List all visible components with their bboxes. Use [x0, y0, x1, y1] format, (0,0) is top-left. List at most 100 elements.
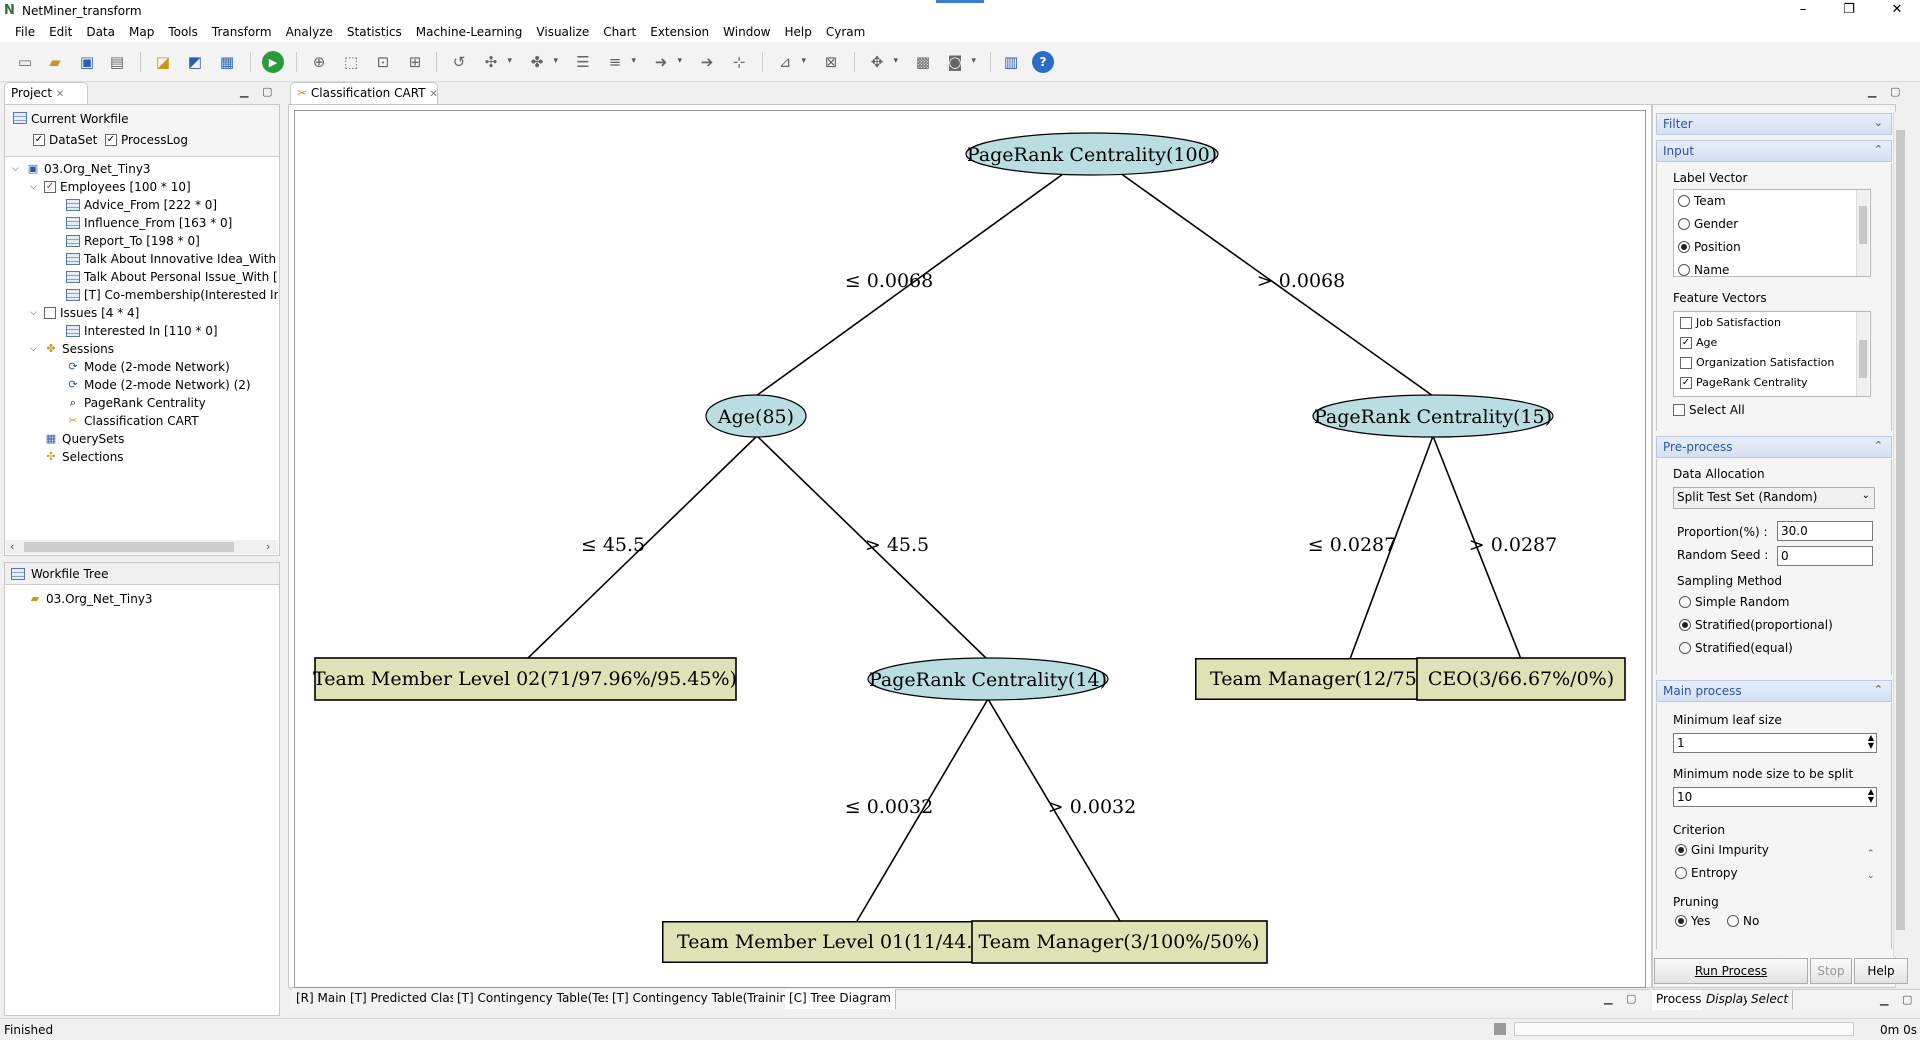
expand-select-icon[interactable]: ⊡ — [372, 51, 394, 73]
criterion-gini[interactable]: Gini Impurity — [1675, 843, 1769, 857]
tree-item-issues[interactable]: ⌵ Issues [4 * 4] — [30, 304, 139, 322]
tree-item-interested-in[interactable]: Interested In [110 * 0] — [66, 322, 218, 340]
dataset-checkbox[interactable]: ✓ DataSet — [33, 133, 97, 147]
tree-item-mode-1[interactable]: ⟳ Mode (2-mode Network) — [66, 358, 229, 376]
scroll-thumb[interactable] — [1896, 130, 1905, 930]
tree-item-co-membership[interactable]: [T] Co-membership(Interested In) [1 — [66, 286, 278, 304]
tree-item-report-to[interactable]: Report_To [198 * 0] — [66, 232, 200, 250]
crop-icon[interactable]: ⊹ — [728, 51, 750, 73]
tree-item-root[interactable]: ⌵ ▣ 03.Org_Net_Tiny3 — [12, 160, 151, 178]
help-icon[interactable]: ? — [1032, 51, 1054, 73]
fit-select-icon[interactable]: ⊞ — [404, 51, 426, 73]
minimize-tabs-icon[interactable]: ▁ — [1604, 992, 1612, 1005]
random-seed-input[interactable]: 0 — [1777, 546, 1873, 566]
tree-item-pagerank[interactable]: ⌕ PageRank Centrality — [66, 394, 206, 412]
tree-diagram-canvas[interactable]: ≤ 0.0068 > 0.0068 ≤ 45.5 > 45.5 ≤ 0.0287… — [294, 110, 1646, 988]
menu-machine-learning[interactable]: Machine-Learning — [409, 22, 530, 42]
tree-item-talk-innovative[interactable]: Talk About Innovative Idea_With [22 — [66, 250, 278, 268]
tree-item-influence-from[interactable]: Influence_From [163 * 0] — [66, 214, 232, 232]
filter-header[interactable]: Filter ⌄ — [1656, 113, 1892, 135]
help-button[interactable]: Help — [1854, 958, 1908, 984]
project-tab[interactable]: Project ✕ — [4, 82, 88, 104]
tab-select[interactable]: Select — [1747, 990, 1794, 1010]
proportion-input[interactable]: 30.0 — [1777, 521, 1873, 541]
minimize-panel-icon[interactable]: ▁ — [240, 85, 248, 98]
run-icon[interactable]: ▶ — [262, 51, 284, 73]
tab-contingency-training[interactable]: [T] Contingency Table(Training) — [608, 989, 805, 1009]
right-panel-scrollbar[interactable] — [1893, 112, 1906, 957]
arrow-right-icon[interactable]: ➜ — [650, 51, 682, 73]
tree-item-talk-personal[interactable]: Talk About Personal Issue_With [25 — [66, 268, 278, 286]
align-v-icon[interactable]: ≡ — [604, 51, 636, 73]
tree-item-mode-2[interactable]: ⟳ Mode (2-mode Network) (2) — [66, 376, 250, 394]
scroll-left-icon[interactable]: ‹ — [10, 540, 14, 553]
spinner-arrows-icon[interactable]: ▲ ▼ — [1868, 734, 1874, 750]
menu-map[interactable]: Map — [122, 22, 161, 42]
tab-classification-cart[interactable]: ✂ Classification CART ✕ — [290, 82, 438, 104]
label-option-team[interactable]: Team — [1678, 194, 1726, 208]
feature-option-pagerank[interactable]: ✓ PageRank Centrality — [1680, 376, 1808, 389]
close-icon[interactable]: ✕ — [429, 89, 437, 100]
table-export-icon[interactable]: ▦ — [216, 51, 238, 73]
tree-item-sessions[interactable]: ⌵ ✤ Sessions — [30, 340, 114, 358]
maximize-tabs-icon[interactable]: ▢ — [1626, 992, 1636, 1005]
input-header[interactable]: Input ⌃ — [1656, 140, 1892, 162]
maximize-panel-icon[interactable]: ▢ — [262, 85, 272, 98]
tab-predicted-class[interactable]: [T] Predicted Class — [346, 989, 468, 1009]
menu-analyze[interactable]: Analyze — [279, 22, 340, 42]
tree-item-selections[interactable]: ✣ Selections — [44, 448, 123, 466]
min-leaf-spinner[interactable]: 1 ▲ ▼ — [1673, 733, 1877, 753]
minimize-editor-icon[interactable]: ▁ — [1868, 85, 1876, 98]
sampling-stratified-equal[interactable]: Stratified(equal) — [1679, 641, 1793, 655]
min-node-spinner[interactable]: 10 ▲ ▼ — [1673, 787, 1877, 807]
label-option-name[interactable]: Name — [1678, 263, 1729, 277]
maximize-editor-icon[interactable]: ▢ — [1890, 85, 1900, 98]
minimize-button[interactable]: – — [1788, 2, 1818, 17]
node-select-icon[interactable]: ⊕ — [308, 51, 330, 73]
menu-tools[interactable]: Tools — [161, 22, 205, 42]
align-h-icon[interactable]: ☰ — [572, 51, 594, 73]
label-list-scrollbar[interactable] — [1856, 190, 1869, 276]
layout-icon[interactable]: ✣ — [480, 51, 512, 73]
feature-list-scrollbar[interactable] — [1856, 312, 1869, 396]
pruning-no[interactable]: No — [1727, 914, 1759, 928]
tab-process[interactable]: Process — [1652, 990, 1707, 1010]
camera-icon[interactable]: ◙ — [944, 51, 976, 73]
menu-edit[interactable]: Edit — [42, 22, 79, 42]
zoom-region-icon[interactable]: ⊠ — [820, 51, 842, 73]
import-icon[interactable]: ◪ — [152, 51, 174, 73]
feature-option-job-satisfaction[interactable]: Job Satisfaction — [1680, 316, 1781, 329]
window-layout-icon[interactable]: ▥ — [1000, 51, 1022, 73]
menu-transform[interactable]: Transform — [205, 22, 279, 42]
stop-button[interactable]: Stop — [1810, 958, 1852, 984]
new-file-icon[interactable]: ▭ — [14, 51, 36, 73]
forward-icon[interactable]: ➔ — [696, 51, 718, 73]
data-allocation-select[interactable]: Split Test Set (Random) ⌄ — [1673, 487, 1875, 509]
image-export-icon[interactable]: ▩ — [912, 51, 934, 73]
feature-option-age[interactable]: ✓ Age — [1680, 336, 1717, 349]
print-icon[interactable]: ▤ — [106, 51, 128, 73]
label-option-position[interactable]: Position — [1678, 240, 1741, 254]
scroll-right-icon[interactable]: › — [266, 540, 270, 553]
transform-icon[interactable]: ✥ — [866, 51, 898, 73]
export-icon[interactable]: ◩ — [184, 51, 206, 73]
tree-item-employees[interactable]: ⌵ ✓ Employees [100 * 10] — [30, 178, 191, 196]
main-process-header[interactable]: Main process ⌃ — [1656, 680, 1892, 702]
select-all-checkbox[interactable]: Select All — [1673, 403, 1745, 417]
criterion-scroll-icon[interactable]: ⌃ ⌄ — [1867, 843, 1875, 887]
tree-item-classification-cart[interactable]: ✂ Classification CART — [66, 412, 198, 430]
tab-tree-diagram[interactable]: [C] Tree Diagram — [785, 989, 896, 1009]
pruning-yes[interactable]: Yes — [1675, 914, 1710, 928]
minimize-panel-icon[interactable]: ▁ — [1880, 993, 1888, 1006]
close-icon[interactable]: ✕ — [56, 89, 64, 100]
sampling-simple-random[interactable]: Simple Random — [1679, 595, 1789, 609]
workfile-tree-item[interactable]: ▰ 03.Org_Net_Tiny3 — [28, 590, 153, 608]
tree-item-querysets[interactable]: ▦ QuerySets — [44, 430, 125, 448]
menu-statistics[interactable]: Statistics — [340, 22, 409, 42]
rotate-icon[interactable]: ↺ — [448, 51, 470, 73]
feature-option-org-satisfaction[interactable]: Organization Satisfaction — [1680, 356, 1834, 369]
maximize-button[interactable]: ❐ — [1834, 2, 1864, 17]
tree-item-advice-from[interactable]: Advice_From [222 * 0] — [66, 196, 217, 214]
close-button[interactable]: ✕ — [1882, 2, 1912, 17]
menu-chart[interactable]: Chart — [596, 22, 643, 42]
